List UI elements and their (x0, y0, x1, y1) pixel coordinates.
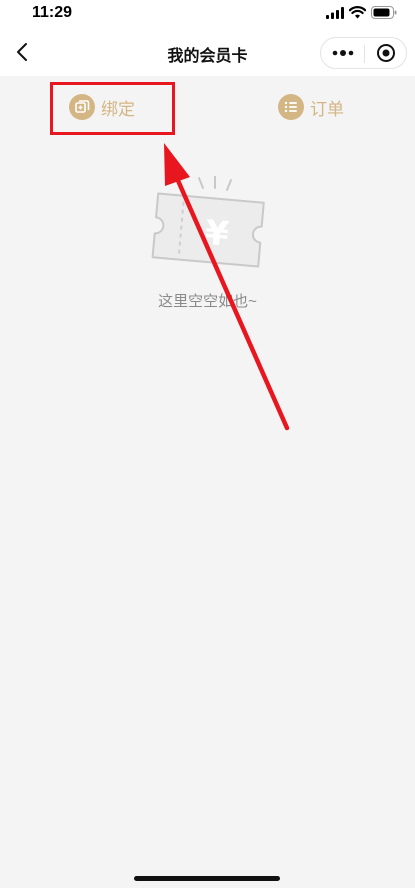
empty-state-text: 这里空空如也~ (158, 293, 257, 310)
miniprogram-capsule (320, 37, 407, 69)
wifi-icon (349, 6, 366, 19)
target-circle-icon (377, 44, 395, 62)
signal-icon (326, 7, 344, 19)
status-time: 11:29 (32, 4, 73, 21)
nav-bar: 我的会员卡 (0, 28, 415, 76)
svg-text:¥: ¥ (203, 213, 230, 255)
empty-ticket-icon: ¥ (151, 176, 265, 268)
close-miniprogram-button[interactable] (365, 38, 407, 68)
screen: 11:29 我的会员卡 绑定 订单 ¥ 这里空空如也~ (0, 0, 415, 888)
order-list-icon (278, 94, 304, 120)
tab-orders[interactable]: 订单 (278, 92, 344, 122)
more-button[interactable] (321, 38, 364, 68)
battery-icon (371, 6, 397, 19)
more-dots-icon (332, 50, 353, 56)
home-indicator (134, 876, 280, 881)
highlight-box (50, 82, 175, 135)
tab-orders-label: 订单 (310, 99, 344, 119)
status-bar: 11:29 (0, 0, 415, 28)
